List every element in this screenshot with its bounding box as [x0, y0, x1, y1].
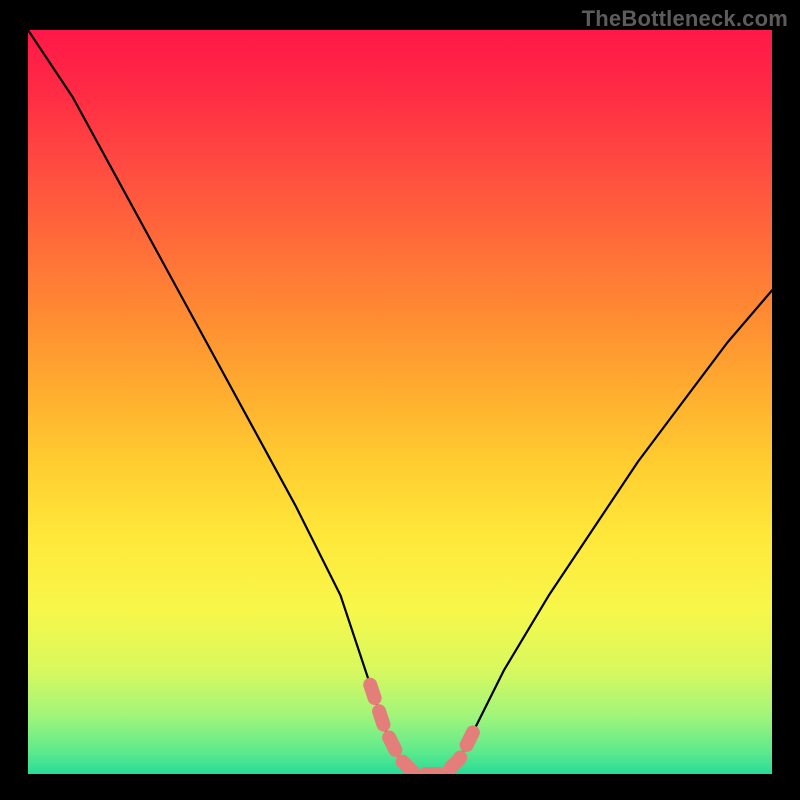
bottleneck-curve — [28, 30, 772, 774]
chart-overlay — [28, 30, 772, 774]
watermark-text: TheBottleneck.com — [582, 6, 788, 32]
chart-frame: TheBottleneck.com — [0, 0, 800, 800]
plot-area — [28, 30, 772, 774]
highlight-zone — [370, 685, 474, 774]
